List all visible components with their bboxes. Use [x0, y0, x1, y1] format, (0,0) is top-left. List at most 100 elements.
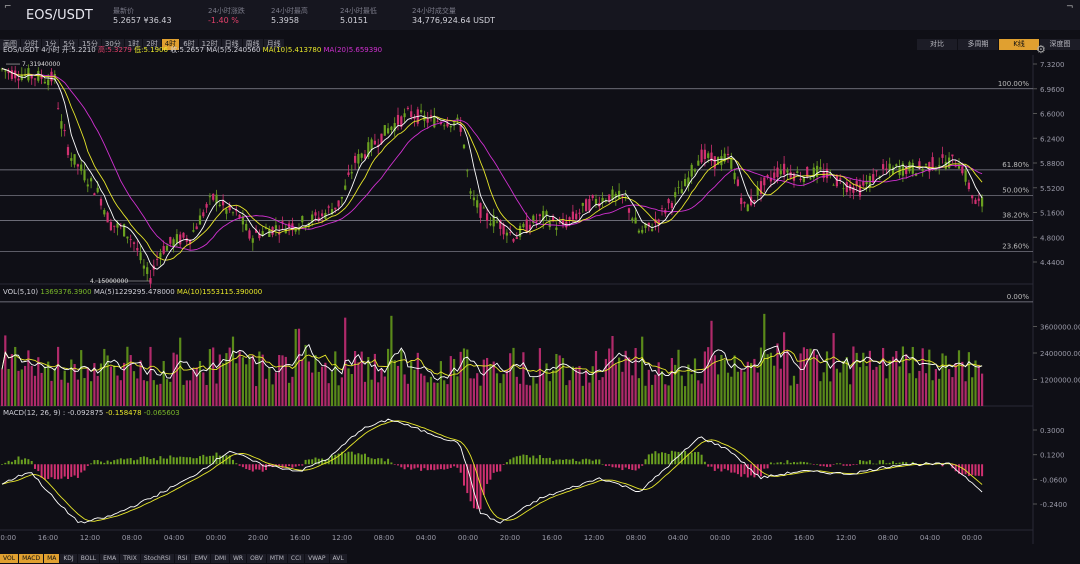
- volume-bar: [852, 346, 855, 406]
- volume-bar: [152, 380, 155, 406]
- candle-body: [73, 154, 76, 165]
- indicator-button[interactable]: DMI: [211, 554, 229, 563]
- macd-hist-bar: [129, 458, 132, 465]
- macd-hist-bar: [377, 458, 380, 465]
- macd-hist-bar: [126, 458, 129, 465]
- volume-bar: [462, 348, 466, 406]
- volume-bar: [86, 367, 89, 406]
- candle-body: [103, 210, 106, 215]
- volume-bar: [707, 347, 710, 406]
- volume-bar: [258, 351, 261, 406]
- indicator-button[interactable]: EMV: [191, 554, 211, 563]
- macd-hist-bar: [898, 462, 901, 465]
- volume-bar: [7, 368, 10, 406]
- indicator-button[interactable]: VWAP: [305, 554, 329, 563]
- indicator-button[interactable]: OBV: [247, 554, 266, 563]
- volume-bar: [908, 373, 911, 406]
- volume-bar: [951, 377, 954, 406]
- volume-bar: [594, 350, 598, 406]
- volume-bar: [552, 370, 555, 406]
- volume-bar: [723, 359, 726, 406]
- indicator-button[interactable]: BOLL: [77, 554, 100, 563]
- candle-body: [146, 267, 149, 274]
- volume-bar: [667, 385, 670, 406]
- volume-bar: [720, 354, 723, 406]
- macd-hist-bar: [185, 457, 188, 465]
- candle-body: [482, 207, 485, 209]
- kline-chart[interactable]: 7.3200 6.9600 6.6000 6.2400 5.8800 5.5200 5.16…: [0, 0, 1080, 554]
- time-tick-label: 00:00: [710, 534, 730, 542]
- volume-bar: [159, 383, 162, 406]
- volume-bar: [637, 378, 640, 406]
- candle-body: [172, 239, 175, 247]
- indicator-button[interactable]: AVL: [329, 554, 347, 563]
- candle-body: [591, 195, 594, 199]
- candle-body: [786, 170, 789, 173]
- macd-hist-bar: [195, 458, 198, 465]
- time-tick-label: 16:00: [38, 534, 58, 542]
- volume-bar: [819, 381, 822, 406]
- candle-body: [126, 236, 129, 239]
- macd-hist-bar: [562, 459, 564, 465]
- candle-body: [489, 223, 492, 226]
- volume-bar: [63, 370, 66, 406]
- macd-hist-bar: [232, 459, 234, 465]
- indicator-button[interactable]: VOL: [0, 554, 19, 563]
- vol-tick-label: 3600000.00: [1040, 324, 1080, 332]
- indicator-button[interactable]: MACD: [19, 554, 44, 563]
- candle-body: [466, 170, 469, 172]
- indicator-button[interactable]: CCI: [287, 554, 305, 563]
- candle-body: [334, 207, 337, 210]
- candle-body: [967, 182, 970, 190]
- time-tick-label: 12:00: [836, 534, 856, 542]
- macd-hist-bar: [845, 464, 848, 466]
- indicator-button[interactable]: RSI: [174, 554, 191, 563]
- candle-body: [680, 189, 683, 194]
- macd-tick-label: -0.0600: [1040, 476, 1067, 484]
- volume-bar: [449, 356, 452, 406]
- macd-hist-bar: [423, 464, 426, 469]
- volume-bar: [228, 347, 231, 406]
- macd-hist-bar: [585, 458, 588, 465]
- volume-bar: [561, 358, 565, 406]
- candle-body: [390, 126, 393, 131]
- indicator-button[interactable]: KDJ: [60, 554, 77, 563]
- volume-bar: [717, 374, 720, 406]
- macd-hist-bar: [169, 455, 172, 465]
- hi-marker: 7. 31940000: [22, 61, 60, 68]
- fib-label: 23.60%: [1002, 243, 1029, 251]
- candle-body: [802, 177, 805, 182]
- volume-bar: [565, 385, 568, 406]
- indicator-button[interactable]: EMA: [100, 554, 120, 563]
- macd-hist-bar: [720, 464, 723, 472]
- macd-hist-bar: [611, 464, 614, 468]
- candle-body: [57, 108, 60, 110]
- indicator-button[interactable]: StochRSI: [140, 554, 174, 563]
- volume-bar: [905, 354, 908, 406]
- volume-bar: [759, 347, 763, 406]
- volume-bar: [377, 382, 380, 406]
- candle-body: [449, 125, 452, 128]
- macd-hist-bar: [835, 463, 838, 465]
- candle-body: [634, 217, 637, 224]
- price-tick-label: 6.2400: [1040, 135, 1065, 143]
- volume-bar: [875, 366, 878, 406]
- indicator-button[interactable]: MA: [44, 554, 60, 563]
- indicator-button[interactable]: MTM: [266, 554, 287, 563]
- macd-hist-bar: [974, 464, 977, 476]
- indicator-button[interactable]: WR: [230, 554, 247, 563]
- indicator-button[interactable]: TRIX: [120, 554, 140, 563]
- volume-bar: [680, 375, 683, 406]
- candle-body: [443, 125, 446, 127]
- macd-hist-bar: [964, 464, 967, 475]
- price-tick-label: 5.5200: [1040, 185, 1065, 193]
- candle-body: [941, 154, 944, 158]
- candle-body: [113, 225, 116, 227]
- candle-body: [977, 198, 980, 201]
- candle-body: [165, 245, 169, 251]
- volume-bar: [746, 361, 749, 406]
- volume-bar: [195, 367, 198, 406]
- macd-hist-bar: [502, 464, 505, 466]
- macd-hist-bar: [868, 460, 871, 465]
- volume-bar: [492, 361, 495, 406]
